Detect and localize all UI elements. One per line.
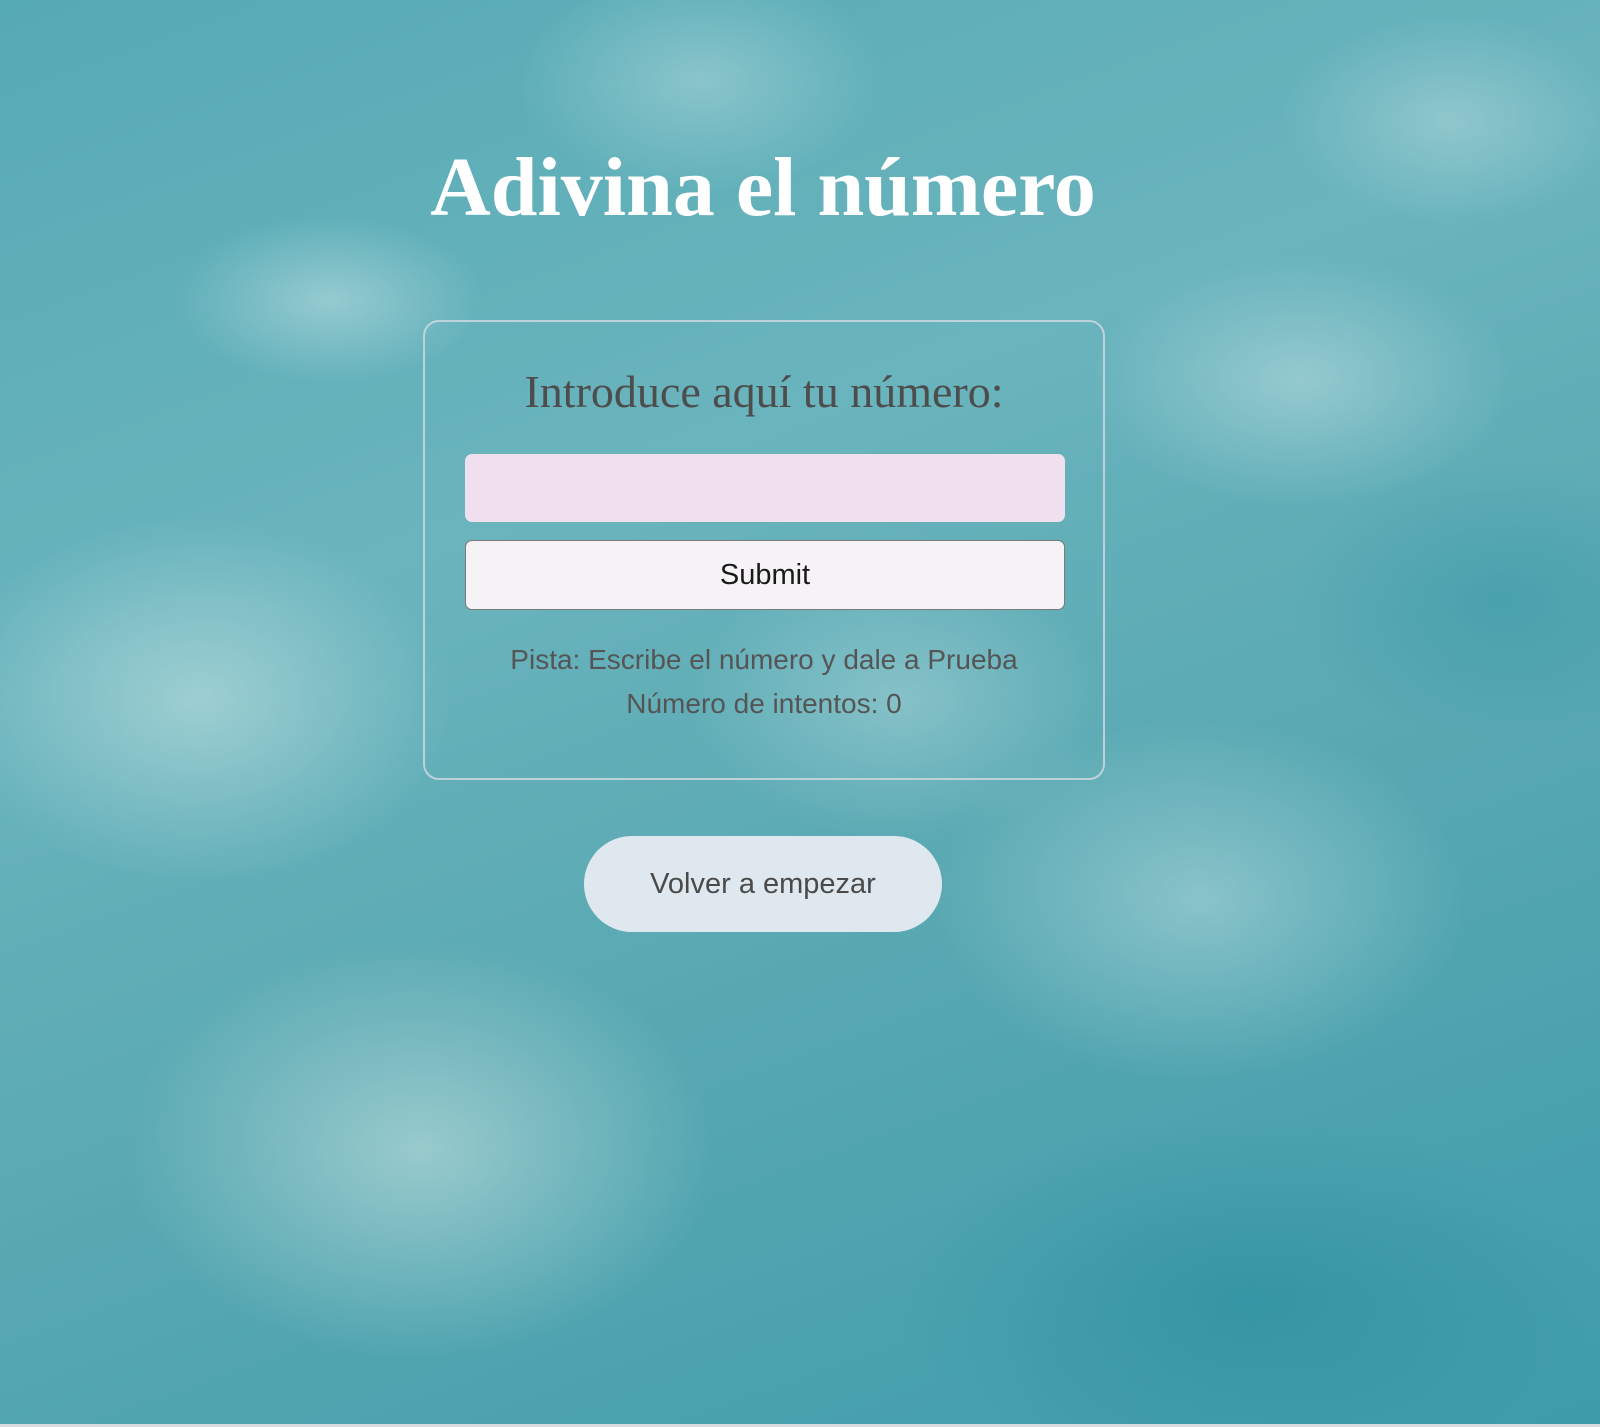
attempts-counter: Número de intentos: 0 <box>626 688 902 719</box>
guess-prompt-heading: Introduce aquí tu número: <box>524 366 1004 417</box>
guess-form-card: Introduce aquí tu número: Submit Pista: … <box>423 320 1105 780</box>
hint-text: Pista: Escribe el número y dale a Prueba <box>510 644 1018 675</box>
number-input[interactable] <box>465 454 1065 522</box>
restart-button[interactable]: Volver a empezar <box>584 836 942 932</box>
submit-button[interactable]: Submit <box>465 540 1065 610</box>
page-title: Adivina el número <box>430 141 1096 234</box>
